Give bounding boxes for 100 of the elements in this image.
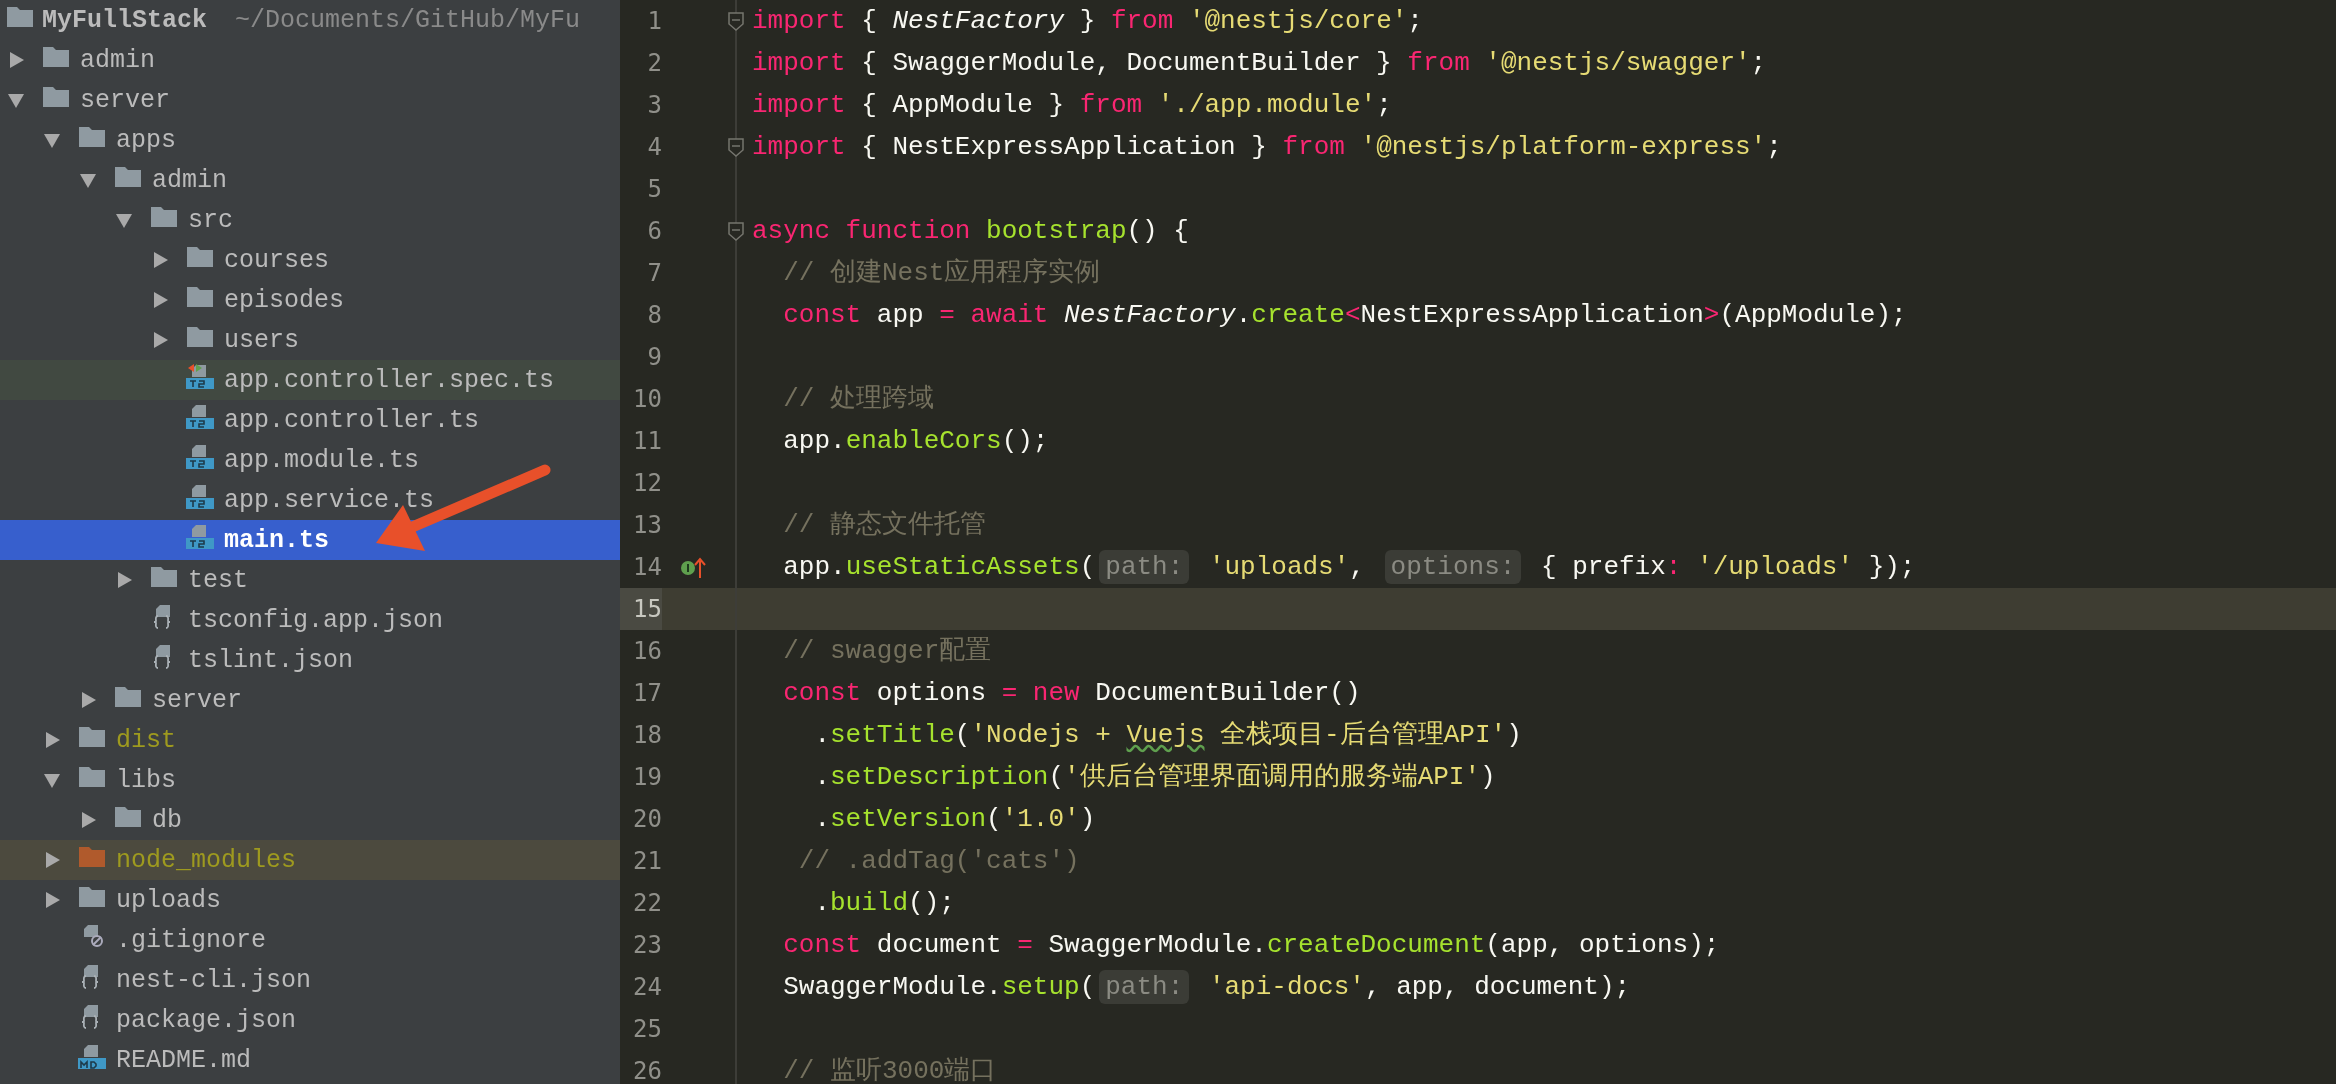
folder-name: users xyxy=(224,325,299,355)
line-number: 15 xyxy=(620,588,662,630)
code-line: async function bootstrap() { xyxy=(751,215,1190,248)
tree-row[interactable]: app.module.ts xyxy=(0,440,620,480)
code-line: .setVersion('1.0') xyxy=(813,803,1097,836)
folder-name: src xyxy=(188,205,233,235)
code-line: app.enableCors(); xyxy=(782,425,1050,458)
tree-row[interactable]: server xyxy=(0,80,620,120)
line-number: 22 xyxy=(632,888,662,919)
tree-row[interactable]: app.controller.ts xyxy=(0,400,620,440)
tree-row[interactable]: .gitignore xyxy=(0,920,620,960)
tree-row[interactable]: test xyxy=(0,560,620,600)
file-name: .gitignore xyxy=(116,925,267,955)
folder-name: courses xyxy=(224,245,330,275)
project-path: ~/Documents/GitHub/MyFu xyxy=(235,5,581,35)
tree-row[interactable]: main.ts xyxy=(0,520,620,560)
folder-name: server xyxy=(152,685,242,715)
folder-name: server xyxy=(80,85,170,115)
file-name: nest-cli.json xyxy=(116,965,312,995)
code-line: app.useStaticAssets( path: 'uploads', options: { prefix: '/uploads' }); xyxy=(782,549,1917,586)
fold-icon[interactable] xyxy=(727,221,745,241)
tree-row[interactable]: db xyxy=(0,800,620,840)
line-number: 20 xyxy=(632,804,662,835)
tree-row[interactable]: tsconfig.app.json xyxy=(0,600,620,640)
line-number: 17 xyxy=(632,678,662,709)
tree-row[interactable]: package.json xyxy=(0,1000,620,1040)
line-number: 26 xyxy=(632,1056,662,1084)
tree-row[interactable]: README.md xyxy=(0,1040,620,1080)
tree-row[interactable]: libs xyxy=(0,760,620,800)
folder-name: apps xyxy=(116,125,176,155)
tree-row[interactable]: app.service.ts xyxy=(0,480,620,520)
tree-row[interactable]: uploads xyxy=(0,880,620,920)
file-name: app.service.ts xyxy=(224,485,435,515)
code-line: const options = new DocumentBuilder() xyxy=(782,677,1362,710)
folder-name: test xyxy=(188,565,248,595)
project-name[interactable]: MyFullStack xyxy=(42,5,208,35)
fold-icon[interactable] xyxy=(727,11,745,31)
folder-name: uploads xyxy=(116,885,222,915)
tree-row[interactable]: tslint.json xyxy=(0,640,620,680)
file-name: main.ts xyxy=(224,525,330,555)
line-number: 24 xyxy=(632,972,662,1003)
line-number: 14 xyxy=(632,552,662,583)
line-number: 19 xyxy=(632,762,662,793)
tree-row[interactable]: admin xyxy=(0,160,620,200)
line-number: 4 xyxy=(646,132,662,163)
tree-row[interactable]: server xyxy=(0,680,620,720)
file-name: app.module.ts xyxy=(224,445,420,475)
code-line: .setTitle('Nodejs + Vuejs 全栈项目-后台管理API') xyxy=(813,719,1523,752)
tree-row[interactable]: src xyxy=(0,200,620,240)
tree-row[interactable]: apps xyxy=(0,120,620,160)
file-name: app.controller.ts xyxy=(224,405,480,435)
folder-name: episodes xyxy=(224,285,345,315)
code-line: // 处理跨域 xyxy=(782,383,935,416)
line-number: 11 xyxy=(632,426,662,457)
code-line: // 创建Nest应用程序实例 xyxy=(782,257,1102,290)
tree-row[interactable]: courses xyxy=(0,240,620,280)
code-line: import { NestExpressApplication } from '@nestjs/platform-express'; xyxy=(751,131,1783,164)
implemented-marker-icon[interactable] xyxy=(680,555,707,579)
file-name: tsconfig.app.json xyxy=(188,605,444,635)
tree-row[interactable]: app.controller.spec.ts xyxy=(0,360,620,400)
line-number: 16 xyxy=(632,636,662,667)
file-name: README.md xyxy=(116,1045,252,1075)
code-line: // .addTag('cats') xyxy=(797,845,1081,878)
code-line: .setDescription('供后台管理界面调用的服务端API') xyxy=(813,761,1497,794)
line-number: 23 xyxy=(632,930,662,961)
line-number: 25 xyxy=(632,1014,662,1045)
folder-name: admin xyxy=(152,165,227,195)
line-number: 7 xyxy=(646,258,662,289)
code-line: // 监听3000端口 xyxy=(782,1055,998,1084)
code-line: import { NestFactory } from '@nestjs/core'; xyxy=(751,5,1424,38)
line-number: 5 xyxy=(646,174,662,205)
code-line: const app = await NestFactory.create<NestExpressApplication>(AppModule); xyxy=(782,299,1908,332)
line-number: 10 xyxy=(632,384,662,415)
line-number: 12 xyxy=(632,468,662,499)
fold-icon[interactable] xyxy=(727,137,745,157)
tree-row[interactable]: users xyxy=(0,320,620,360)
line-number: 9 xyxy=(646,342,662,373)
code-line: .build(); xyxy=(813,887,956,920)
tree-row[interactable]: node_modules xyxy=(0,840,620,880)
file-name: package.json xyxy=(116,1005,297,1035)
file-name: app.controller.spec.ts xyxy=(224,365,555,395)
tree-row[interactable]: admin xyxy=(0,40,620,80)
code-line: SwaggerModule.setup( path: 'api-docs', app, document); xyxy=(782,969,1632,1006)
line-number: 3 xyxy=(646,90,662,121)
folder-name: libs xyxy=(116,765,176,795)
tree-row[interactable]: dist xyxy=(0,720,620,760)
line-number: 2 xyxy=(646,48,662,79)
tree-row[interactable]: episodes xyxy=(0,280,620,320)
folder-name: node_modules xyxy=(116,845,297,875)
code-line: import { SwaggerModule, DocumentBuilder } from '@nestjs/swagger'; xyxy=(751,47,1768,80)
file-name: tslint.json xyxy=(188,645,354,675)
line-number: 21 xyxy=(632,846,662,877)
folder-name: dist xyxy=(116,725,176,755)
code-line: import { AppModule } from './app.module'; xyxy=(751,89,1393,122)
line-number: 1 xyxy=(646,6,662,37)
tree-row[interactable]: nest-cli.json xyxy=(0,960,620,1000)
line-number: 13 xyxy=(632,510,662,541)
code-line: const document = SwaggerModule.createDocument(app, options); xyxy=(782,929,1721,962)
line-number: 8 xyxy=(646,300,662,331)
line-number: 18 xyxy=(632,720,662,751)
